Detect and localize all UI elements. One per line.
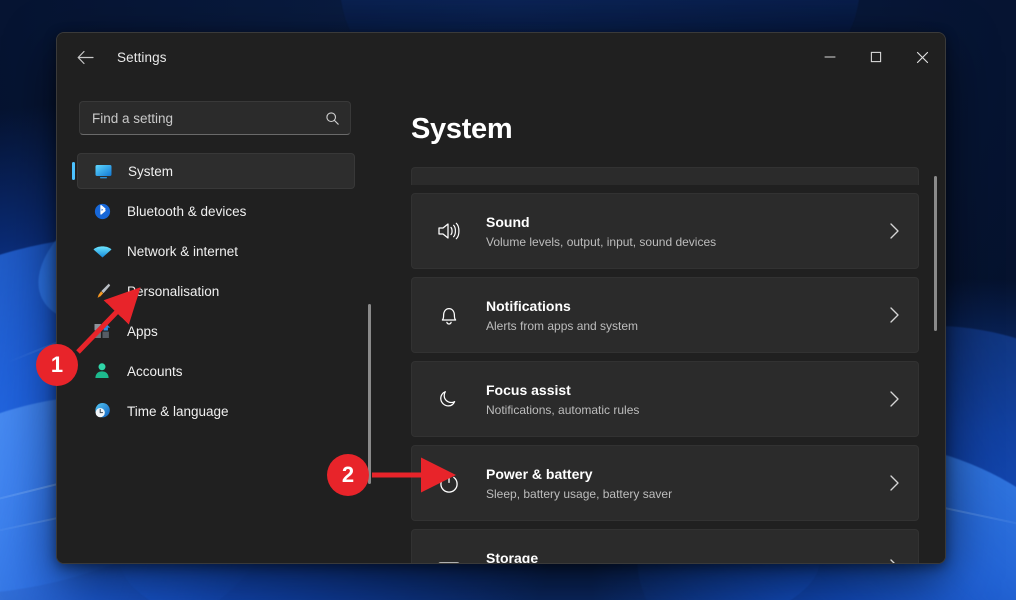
annotation-arrow-2 [0,0,1016,600]
desktop-background: Settings [0,0,1016,600]
annotation-badge-1: 1 [36,344,78,386]
annotation-badge-2: 2 [327,454,369,496]
